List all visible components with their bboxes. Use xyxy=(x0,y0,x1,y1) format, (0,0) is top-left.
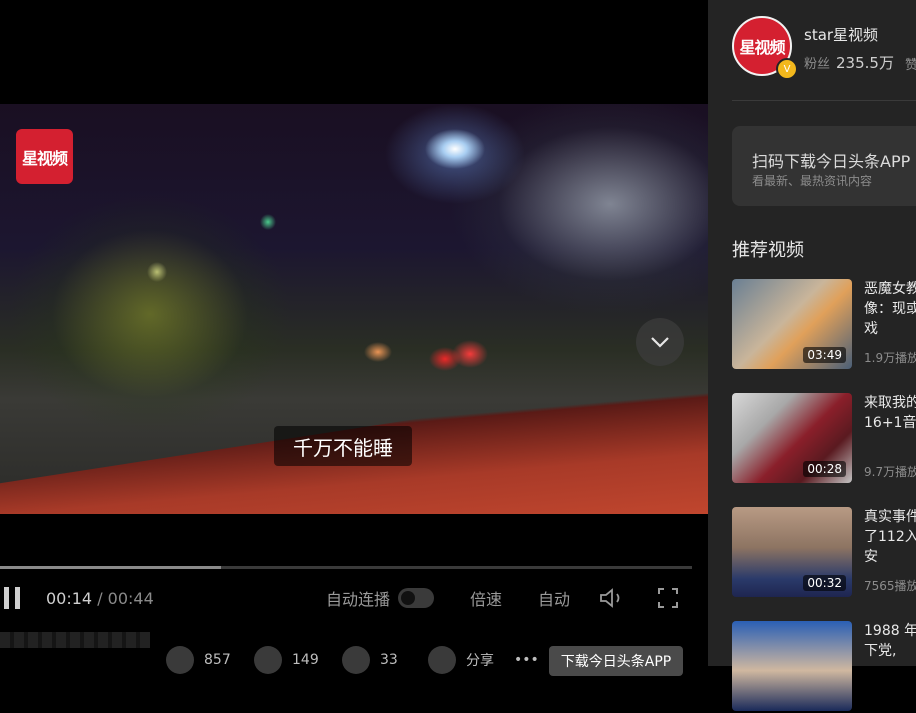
chevron-down-icon xyxy=(651,337,669,348)
comment-button[interactable]: 149 xyxy=(254,646,319,674)
comment-icon xyxy=(254,646,282,674)
video-play-count: 7565播放 xyxy=(864,579,916,593)
quality-label: 自动 xyxy=(538,590,571,609)
praise-label: 赞 xyxy=(905,58,916,73)
video-play-count: 9.7万播放 xyxy=(864,465,916,479)
pause-icon-bar xyxy=(15,587,20,609)
share-label: 分享 xyxy=(466,653,494,669)
author-fans: 粉丝 235.5万 xyxy=(804,52,894,73)
channel-logo-watermark: 星视频 xyxy=(16,129,73,184)
speed-button[interactable]: 倍速 xyxy=(470,580,502,616)
quality-button[interactable]: 自动 xyxy=(538,580,570,616)
recommend-item[interactable]: 03:49 恶魔女教影像：现或演戏 1.9万播放 xyxy=(732,279,916,371)
share-button[interactable]: 分享 xyxy=(428,646,494,674)
like-button[interactable]: 857 xyxy=(166,646,231,674)
progress-bar-fill xyxy=(0,566,222,569)
video-subtitle: 千万不能睡 xyxy=(274,426,412,466)
fans-count: 235.5万 xyxy=(836,54,894,72)
video-duration: 00:28 xyxy=(803,461,846,477)
blurred-video-title xyxy=(0,632,150,648)
fullscreen-button[interactable] xyxy=(656,580,680,616)
video-duration: 03:49 xyxy=(803,347,846,363)
autoplay-control[interactable]: 自动连播 xyxy=(326,580,435,616)
share-icon xyxy=(428,646,456,674)
current-time: 00:14 xyxy=(46,588,93,608)
video-title[interactable]: 真实事件出了112入平安 xyxy=(864,507,916,567)
volume-icon xyxy=(600,588,620,608)
download-qr-card[interactable]: 扫码下载今日头条APP 看最新、最热资讯内容 xyxy=(732,126,916,206)
total-time: 00:44 xyxy=(107,588,154,608)
qr-card-title: 扫码下载今日头条APP xyxy=(752,152,911,171)
player-controls: 00:14 / 00:44 自动连播 倍速 自动 xyxy=(0,580,708,616)
video-title[interactable]: 来取我的师16+1音 xyxy=(864,393,916,453)
more-button[interactable]: ••• xyxy=(514,650,539,670)
pause-icon-bar xyxy=(4,587,9,609)
recommend-item[interactable]: 1988 年地下党, xyxy=(732,621,916,713)
qr-card-subtitle: 看最新、最热资讯内容 xyxy=(752,174,873,188)
divider xyxy=(732,100,916,101)
recommend-item[interactable]: 00:28 来取我的师16+1音 9.7万播放 xyxy=(732,393,916,485)
download-app-button[interactable]: 下载今日头条APP xyxy=(549,646,683,676)
pause-button[interactable] xyxy=(4,580,20,616)
speed-label: 倍速 xyxy=(470,590,503,609)
video-thumbnail[interactable] xyxy=(732,621,852,711)
thumbs-up-icon xyxy=(166,646,194,674)
video-player[interactable]: 星视频 千万不能睡 00:14 / 00:44 自动连播 倍速 自动 857 1… xyxy=(0,0,708,676)
video-play-count: 1.9万播放 xyxy=(864,351,916,365)
volume-button[interactable] xyxy=(598,580,626,616)
video-thumbnail[interactable]: 00:28 xyxy=(732,393,852,483)
autoplay-label: 自动连播 xyxy=(326,590,391,609)
collapse-button[interactable] xyxy=(636,318,684,366)
verified-badge-icon: V xyxy=(776,58,798,80)
video-thumbnail[interactable]: 03:49 xyxy=(732,279,852,369)
time-separator: / xyxy=(92,588,108,608)
time-display: 00:14 / 00:44 xyxy=(46,580,154,616)
fullscreen-icon xyxy=(658,588,678,608)
recommend-item[interactable]: 00:32 真实事件出了112入平安 7565播放 xyxy=(732,507,916,599)
star-icon xyxy=(342,646,370,674)
recommend-heading: 推荐视频 xyxy=(732,240,804,261)
video-thumbnail[interactable]: 00:32 xyxy=(732,507,852,597)
favorite-button[interactable]: 33 xyxy=(342,646,398,674)
author-name[interactable]: star星视频 xyxy=(804,24,878,45)
video-duration: 00:32 xyxy=(803,575,846,591)
video-title[interactable]: 1988 年地下党, xyxy=(864,621,916,666)
progress-bar[interactable] xyxy=(0,566,692,569)
sidebar: 星视频 V star星视频 粉丝 235.5万 赞 扫码下载今日头条APP 看最新… xyxy=(708,0,916,711)
video-title[interactable]: 恶魔女教影像：现或演戏 xyxy=(864,279,916,339)
fans-label: 粉丝 xyxy=(804,57,831,72)
autoplay-toggle[interactable] xyxy=(398,588,435,608)
